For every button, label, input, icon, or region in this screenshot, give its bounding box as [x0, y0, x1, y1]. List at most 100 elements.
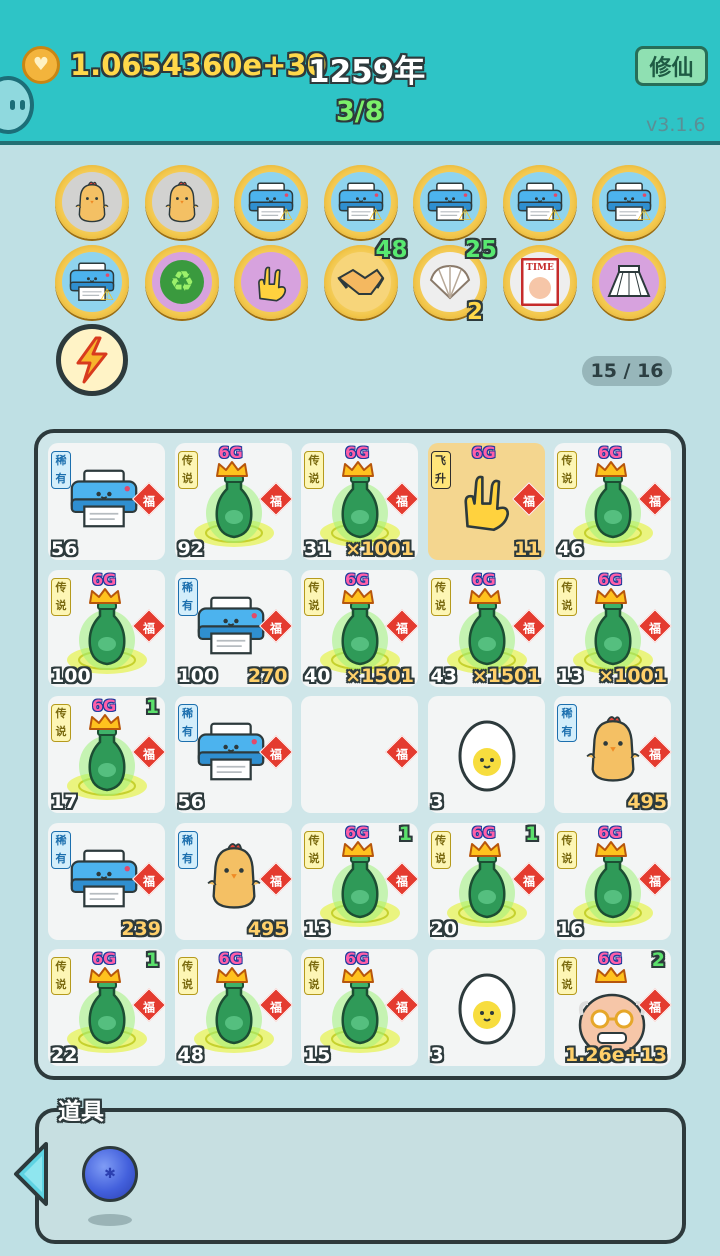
buff-badge[interactable]: ⚠ [413, 165, 487, 239]
fu-label: 福 [269, 873, 282, 888]
tier-tag: 传说 [557, 957, 577, 995]
board-cell-vase[interactable]: 6G 传说福 16 [554, 822, 672, 940]
board-cell-egg[interactable]: 3 [427, 696, 545, 813]
printer-icon [68, 469, 140, 532]
fu-label: 福 [142, 746, 155, 761]
buff-badge[interactable]: TIME [502, 245, 577, 319]
cell-value: ×1001 [345, 538, 414, 560]
cell-count: 31 [304, 538, 331, 560]
tier-tag: 传说 [430, 577, 451, 616]
cell-value: ×1501 [345, 664, 414, 687]
tier-tag: 传说 [557, 451, 577, 489]
level-label: 6G [471, 443, 496, 462]
printer-icon [68, 849, 140, 912]
fu-label: 福 [395, 873, 408, 888]
svg-text:TIME: TIME [526, 263, 554, 273]
back-arrow-icon[interactable] [10, 1140, 54, 1208]
board-cell-rock-hand[interactable]: 6G 飞升福 11 [427, 443, 546, 560]
buff-badge[interactable]: ⚠ [323, 165, 398, 239]
board-cell-vase[interactable]: 6G 传说福 20 1 [427, 822, 546, 940]
buff-badge[interactable] [234, 245, 308, 319]
cultivate-button[interactable]: 修仙 [635, 46, 708, 86]
printer-warning-icon: ⚠ [599, 172, 659, 232]
board-cell-vase[interactable]: 6G 传说福 15 [301, 949, 419, 1066]
board-cell-vase[interactable]: 6G 传说福 92 [174, 443, 293, 560]
cell-level: 1 [398, 822, 412, 845]
board-cell-vase[interactable]: 6G 传说福 31 ×1001 [301, 443, 419, 560]
board-cell-vase[interactable]: 6G 传说福 17 1 [48, 696, 166, 813]
cell-value: 270 [247, 664, 288, 687]
egg-icon [455, 714, 519, 798]
top-bar: ♥ 1.0654360e+30 1259年 3/8 修仙 v3.1.6 [0, 0, 720, 145]
fu-label: 福 [522, 493, 535, 508]
cell-count: 100 [51, 664, 91, 687]
buff-badge[interactable]: ⚠ [234, 165, 308, 239]
board-cell-printer[interactable]: 稀有福 56 [48, 443, 166, 560]
board-cell-vase[interactable]: 6G 传说福 43 ×1501 [427, 569, 546, 687]
buff-badge[interactable]: ♻ [144, 245, 219, 319]
board-cell-vase[interactable]: 6G 传说福 100 [48, 569, 166, 687]
board-cell-printer[interactable]: 稀有福 239 [48, 822, 166, 940]
fu-label: 福 [522, 873, 535, 888]
board-cell-printer[interactable]: 稀有福 56 [174, 696, 293, 813]
buff-badge[interactable]: ⚠ [55, 245, 129, 319]
fu-label: 福 [395, 493, 408, 508]
board-cell-vase[interactable]: 6G 传说福 46 [554, 443, 672, 560]
lightning-button[interactable] [56, 324, 128, 396]
fu-label: 福 [142, 620, 155, 635]
board-cell-vase[interactable]: 6G 传说福 13 1 [301, 822, 419, 940]
buff-badge[interactable]: ⚠ [592, 165, 666, 239]
fu-label: 福 [142, 999, 155, 1014]
cell-count: 46 [557, 538, 584, 560]
cell-level: 1 [145, 696, 159, 718]
buff-badge[interactable] [55, 165, 129, 239]
buff-badge[interactable] [144, 165, 219, 239]
board-cell-vase[interactable]: 6G 传说福 13 ×1001 [554, 569, 672, 687]
fu-label: 福 [522, 620, 535, 635]
fu-label: 福 [142, 493, 155, 508]
cell-count: 13 [557, 664, 584, 687]
tier-tag: 传说 [177, 957, 198, 995]
tier-tag: 稀有 [51, 451, 71, 489]
cell-count: 92 [177, 538, 204, 560]
cell-count: 56 [51, 538, 78, 560]
ball-shadow [88, 1214, 132, 1226]
cell-level: 1 [525, 822, 539, 845]
items-title: 道具 [58, 1099, 104, 1125]
fu-label: 福 [269, 620, 282, 635]
board-cell-egg[interactable]: 3 [427, 949, 545, 1066]
egg-icon [455, 967, 519, 1051]
fu-label: 福 [648, 873, 661, 888]
board-cell-vase[interactable]: 6G 传说福 40 ×1501 [301, 569, 419, 687]
lightning-icon [76, 336, 108, 384]
fu-label: 福 [648, 620, 661, 635]
tier-tag: 传说 [304, 957, 324, 995]
cell-value: ×1001 [598, 664, 667, 687]
board-cell-printer[interactable]: 稀有福 100 270 [174, 569, 293, 687]
buff-badge[interactable]: 48 [323, 237, 408, 319]
board-cell-chick[interactable]: 稀有福 495 [554, 696, 672, 813]
blueberry-ball-icon[interactable]: ✱ [82, 1146, 138, 1202]
time-magazine-icon: TIME [509, 252, 570, 312]
buff-badge[interactable]: ⚠ [502, 165, 577, 239]
board-cell-vase[interactable]: 6G 传说福 22 1 [48, 949, 166, 1066]
fu-label: 福 [648, 493, 661, 508]
board-cell-old-man[interactable]: 6G 传说福 1.26e+13 2 [554, 949, 672, 1066]
fu-label: 福 [269, 493, 282, 508]
tier-tag: 传说 [557, 577, 577, 616]
tier-tag: 传说 [51, 957, 71, 995]
recycle-icon: ♻ [151, 252, 212, 312]
cell-level: 2 [651, 949, 665, 971]
merge-board: 稀有福 56 6G 传说福 92 6G 传说福 31 ×1001 6G 飞升福 11 6G 传说福… [34, 429, 686, 1080]
tier-tag: 传说 [304, 830, 324, 869]
buff-badge[interactable] [592, 245, 666, 319]
tier-tag: 传说 [304, 577, 324, 616]
cell-value: 495 [627, 791, 667, 813]
tier-tag: 传说 [304, 451, 324, 489]
buff-badge[interactable]: 25 2 [413, 237, 497, 325]
fu-tag: 福 [385, 735, 419, 769]
board-cell-chick[interactable]: 稀有福 495 [174, 822, 293, 940]
board-cell-empty[interactable]: 福 [301, 696, 419, 813]
chick-egg-icon [62, 172, 122, 232]
board-cell-vase[interactable]: 6G 传说福 48 [174, 949, 293, 1066]
